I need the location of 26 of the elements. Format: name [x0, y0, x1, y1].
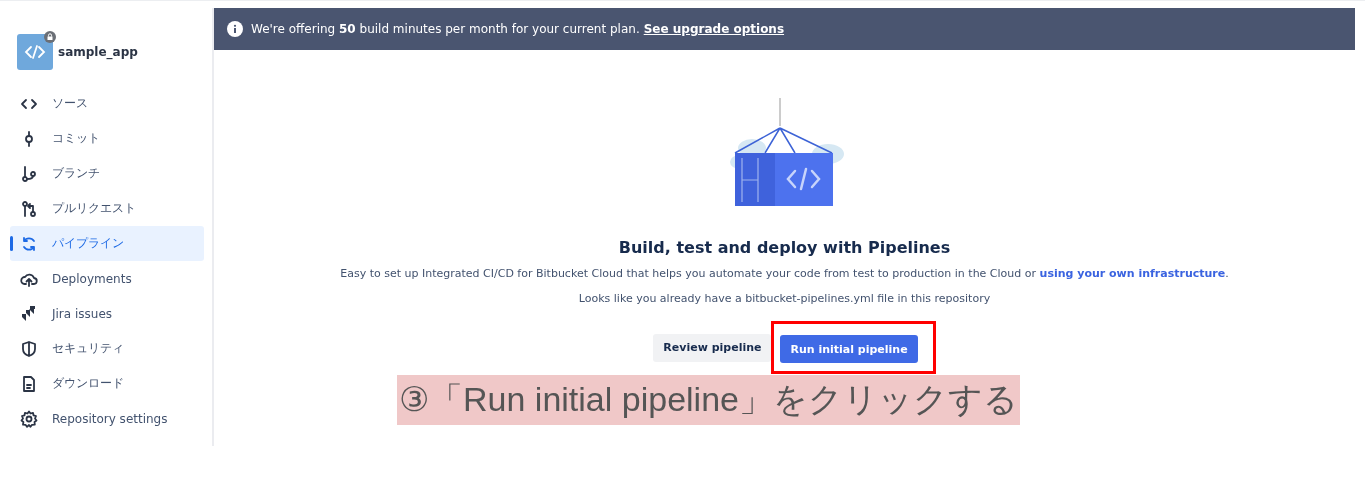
- gear-icon: [20, 409, 38, 428]
- sidebar-item[interactable]: パイプライン: [10, 226, 204, 261]
- sidebar-item[interactable]: ダウンロード: [10, 366, 204, 401]
- sidebar-item[interactable]: ブランチ: [10, 156, 204, 191]
- sidebar-item[interactable]: Deployments: [10, 261, 204, 296]
- upgrade-link[interactable]: See upgrade options: [643, 22, 785, 36]
- banner-message: We're offering 50 build minutes per month for your current plan.: [251, 22, 640, 36]
- sidebar-item[interactable]: Repository settings: [10, 401, 204, 436]
- sidebar-item[interactable]: Jira issues: [10, 296, 204, 331]
- annotation-caption: ③「Run initial pipeline」をクリックする: [397, 375, 1020, 425]
- info-icon: [227, 21, 243, 37]
- repository-name: sample_app: [58, 45, 138, 59]
- shield-icon: [20, 339, 38, 358]
- sidebar-item[interactable]: ソース: [10, 86, 204, 121]
- file-icon: [20, 374, 38, 393]
- branch-icon: [20, 164, 38, 183]
- review-pipeline-button[interactable]: Review pipeline: [653, 333, 772, 362]
- sidebar-item[interactable]: セキュリティ: [10, 331, 204, 366]
- repository-avatar: [17, 34, 53, 70]
- lock-icon: [44, 31, 56, 43]
- empty-state-title: Build, test and deploy with Pipelines: [618, 238, 951, 257]
- run-pipeline-button[interactable]: Run initial pipeline: [780, 335, 918, 363]
- sidebar-item[interactable]: プルリクエスト: [10, 191, 204, 226]
- empty-state-description: Easy to set up Integrated CI/CD for Bitbucket Cloud that helps you automate your code from test to production in the Cloud or using your own infrastructure.: [340, 267, 1229, 280]
- pipeline-file-note: Looks like you already have a bitbucket-pipelines.yml file in this repository: [578, 292, 991, 305]
- sidebar-item[interactable]: コミット: [10, 121, 204, 156]
